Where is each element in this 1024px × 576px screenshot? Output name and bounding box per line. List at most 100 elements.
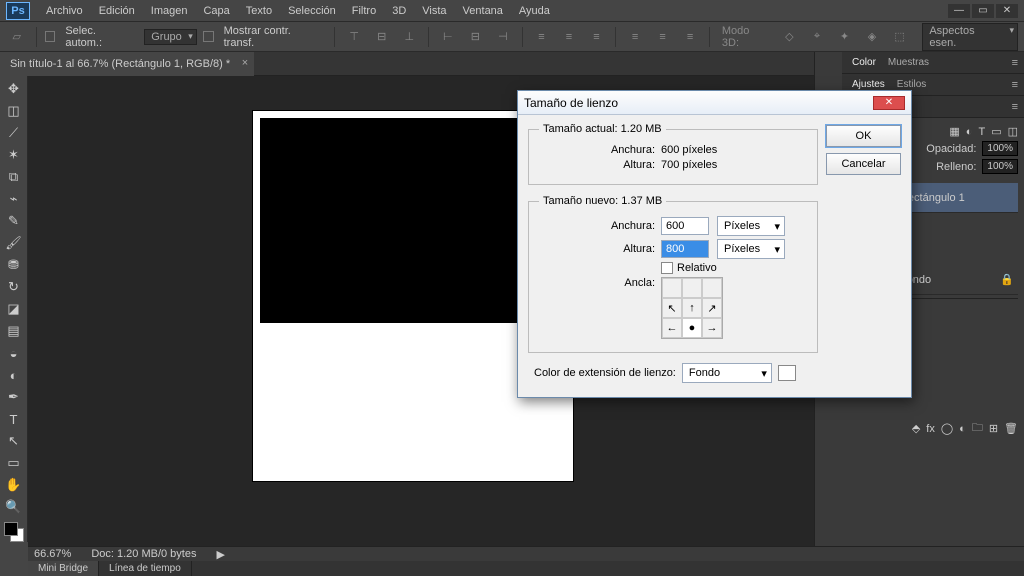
anchor-grid[interactable]: ↖ ↑ ↗ ← ● → — [661, 277, 723, 339]
anchor-c[interactable]: ↑ — [682, 298, 702, 318]
distribute-4-icon[interactable]: ≡ — [624, 26, 646, 48]
eraser-tool-icon[interactable]: ◪ — [2, 298, 26, 320]
new-width-input[interactable] — [661, 217, 709, 235]
auto-select-target-dropdown[interactable]: Grupo — [144, 29, 197, 45]
type-tool-icon[interactable]: T — [2, 408, 26, 430]
dialog-titlebar[interactable]: Tamaño de lienzo ✕ — [518, 91, 911, 115]
dialog-close-button[interactable]: ✕ — [873, 96, 905, 110]
crop-tool-icon[interactable]: ⧉ — [2, 166, 26, 188]
tab-swatches[interactable]: Muestras — [884, 57, 933, 68]
anchor-w[interactable]: ↖ — [662, 298, 682, 318]
filter-type-icon[interactable]: T — [978, 126, 985, 138]
anchor-e[interactable]: ↗ — [702, 298, 722, 318]
window-restore-button[interactable]: ▭ — [972, 4, 994, 18]
width-unit-dropdown[interactable]: Píxeles — [717, 216, 785, 236]
cancel-button[interactable]: Cancelar — [826, 153, 901, 175]
move-tool-icon[interactable]: ✥ — [2, 78, 26, 100]
height-unit-dropdown[interactable]: Píxeles — [717, 239, 785, 259]
hand-tool-icon[interactable]: ✋ — [2, 474, 26, 496]
menu-ayuda[interactable]: Ayuda — [511, 5, 558, 17]
distribute-1-icon[interactable]: ≡ — [531, 26, 553, 48]
menu-archivo[interactable]: Archivo — [38, 5, 91, 17]
anchor-sw[interactable]: ← — [662, 318, 682, 338]
extension-color-swatch[interactable] — [778, 365, 796, 381]
window-minimize-button[interactable]: — — [948, 4, 970, 18]
menu-seleccion[interactable]: Selección — [280, 5, 344, 17]
menu-capa[interactable]: Capa — [195, 5, 237, 17]
tab-mini-bridge[interactable]: Mini Bridge — [28, 561, 99, 576]
tab-adjustments[interactable]: Ajustes — [848, 79, 889, 90]
mode3d-4-icon[interactable]: ◈ — [861, 26, 883, 48]
zoom-readout[interactable]: 66.67% — [34, 548, 71, 560]
distribute-5-icon[interactable]: ≡ — [652, 26, 674, 48]
menu-texto[interactable]: Texto — [238, 5, 280, 17]
new-height-input[interactable] — [661, 240, 709, 258]
anchor-s[interactable]: ● — [682, 318, 702, 338]
eyedropper-tool-icon[interactable]: ⌁ — [2, 188, 26, 210]
ok-button[interactable]: OK — [826, 125, 901, 147]
filter-adjust-icon[interactable]: ◐ — [966, 126, 973, 138]
anchor-ne[interactable] — [702, 278, 722, 298]
filter-smart-icon[interactable]: ◫ — [1008, 125, 1018, 138]
extension-color-dropdown[interactable]: Fondo — [682, 363, 772, 383]
new-group-icon[interactable]: 🗀 — [972, 419, 983, 438]
brush-tool-icon[interactable]: 🖌 — [2, 232, 26, 254]
panel-menu-icon[interactable]: ≡ — [1012, 79, 1018, 91]
distribute-3-icon[interactable]: ≡ — [586, 26, 608, 48]
menu-ventana[interactable]: Ventana — [455, 5, 511, 17]
workspace-dropdown[interactable]: Aspectos esen. — [922, 23, 1018, 51]
relative-checkbox[interactable] — [661, 262, 673, 274]
menu-imagen[interactable]: Imagen — [143, 5, 196, 17]
menu-filtro[interactable]: Filtro — [344, 5, 384, 17]
mode3d-1-icon[interactable]: ◇ — [779, 26, 801, 48]
anchor-n[interactable] — [682, 278, 702, 298]
menu-edicion[interactable]: Edición — [91, 5, 143, 17]
color-swatches[interactable] — [4, 522, 24, 542]
anchor-nw[interactable] — [662, 278, 682, 298]
chevron-right-icon[interactable]: ▶ — [216, 548, 224, 561]
marquee-tool-icon[interactable]: ◫ — [2, 100, 26, 122]
mode3d-3-icon[interactable]: ✦ — [834, 26, 856, 48]
close-icon[interactable]: × — [242, 57, 248, 69]
blur-tool-icon[interactable]: ◒ — [2, 342, 26, 364]
opacity-value[interactable]: 100% — [982, 141, 1018, 156]
show-transform-checkbox[interactable] — [203, 31, 214, 42]
mode3d-2-icon[interactable]: ⌖ — [806, 26, 828, 48]
stamp-tool-icon[interactable]: ⛃ — [2, 254, 26, 276]
menu-3d[interactable]: 3D — [384, 5, 414, 17]
new-layer-icon[interactable]: ⊞ — [989, 422, 998, 435]
panel-menu-icon[interactable]: ≡ — [1012, 57, 1018, 69]
filter-shape-icon[interactable]: ▭ — [991, 125, 1001, 138]
align-top-icon[interactable]: ⊤ — [343, 26, 365, 48]
tab-color[interactable]: Color — [848, 57, 880, 68]
document-tab[interactable]: Sin título-1 al 66.7% (Rectángulo 1, RGB… — [0, 52, 254, 76]
healing-tool-icon[interactable]: ✎ — [2, 210, 26, 232]
doc-info[interactable]: Doc: 1.20 MB/0 bytes — [91, 548, 196, 560]
magic-wand-tool-icon[interactable]: ✶ — [2, 144, 26, 166]
foreground-color-swatch[interactable] — [4, 522, 18, 536]
new-fill-layer-icon[interactable]: ◐ — [959, 423, 966, 435]
filter-pixel-icon[interactable]: ▦ — [949, 125, 959, 138]
tab-timeline[interactable]: Línea de tiempo — [99, 561, 192, 576]
dodge-tool-icon[interactable]: ◐ — [2, 364, 26, 386]
gradient-tool-icon[interactable]: ▤ — [2, 320, 26, 342]
layer-fx-icon[interactable]: fx — [926, 423, 935, 435]
zoom-tool-icon[interactable]: 🔍 — [2, 496, 26, 518]
align-vcenter-icon[interactable]: ⊟ — [371, 26, 393, 48]
shape-tool-icon[interactable]: ▭ — [2, 452, 26, 474]
align-right-icon[interactable]: ⊣ — [492, 26, 514, 48]
align-left-icon[interactable]: ⊢ — [437, 26, 459, 48]
fill-value[interactable]: 100% — [982, 159, 1018, 174]
path-select-tool-icon[interactable]: ↖ — [2, 430, 26, 452]
align-hcenter-icon[interactable]: ⊟ — [465, 26, 487, 48]
layer-mask-icon[interactable]: ◯ — [941, 422, 953, 435]
distribute-6-icon[interactable]: ≡ — [679, 26, 701, 48]
lasso-tool-icon[interactable]: ⟋ — [2, 122, 26, 144]
distribute-2-icon[interactable]: ≡ — [558, 26, 580, 48]
pen-tool-icon[interactable]: ✒ — [2, 386, 26, 408]
link-layers-icon[interactable]: ⬘ — [912, 422, 920, 435]
auto-select-checkbox[interactable] — [45, 31, 56, 42]
tab-styles[interactable]: Estilos — [893, 79, 930, 90]
window-close-button[interactable]: ✕ — [996, 4, 1018, 18]
anchor-se[interactable]: → — [702, 318, 722, 338]
